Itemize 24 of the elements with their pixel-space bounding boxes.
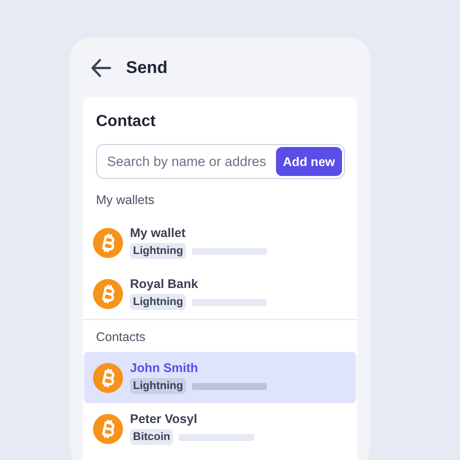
network-tag: Lightning — [130, 243, 186, 259]
search-field[interactable]: Search by name or addres — [107, 154, 276, 169]
network-tag: Bitcoin — [130, 429, 174, 445]
section-heading: Contacts — [96, 330, 146, 344]
page-title: Send — [126, 58, 168, 78]
back-arrow-icon[interactable] — [90, 56, 112, 78]
contact-name: Peter Vosyl — [130, 412, 198, 426]
bitcoin-icon — [93, 228, 123, 258]
contact-row[interactable]: John Smith Lightning — [84, 352, 356, 403]
contact-row[interactable]: My wallet Lightning — [84, 217, 356, 268]
bitcoin-icon — [93, 278, 123, 308]
contact-name: John Smith — [130, 361, 200, 375]
card-title: Contact — [96, 113, 157, 131]
contact-name: My wallet — [130, 226, 187, 240]
bitcoin-icon — [93, 362, 123, 392]
bitcoin-icon — [93, 414, 123, 444]
add-new-button[interactable]: Add new — [276, 147, 342, 176]
contact-row[interactable]: Peter Vosyl Bitcoin — [84, 403, 356, 454]
network-tag: Lightning — [130, 378, 186, 394]
section-heading: My wallets — [96, 193, 154, 207]
network-tag: Lightning — [130, 294, 186, 310]
search-bar[interactable]: Search by name or addres Add new — [96, 144, 345, 179]
contact-row[interactable]: Royal Bank Lightning — [84, 268, 356, 319]
contact-name: Royal Bank — [130, 277, 200, 291]
